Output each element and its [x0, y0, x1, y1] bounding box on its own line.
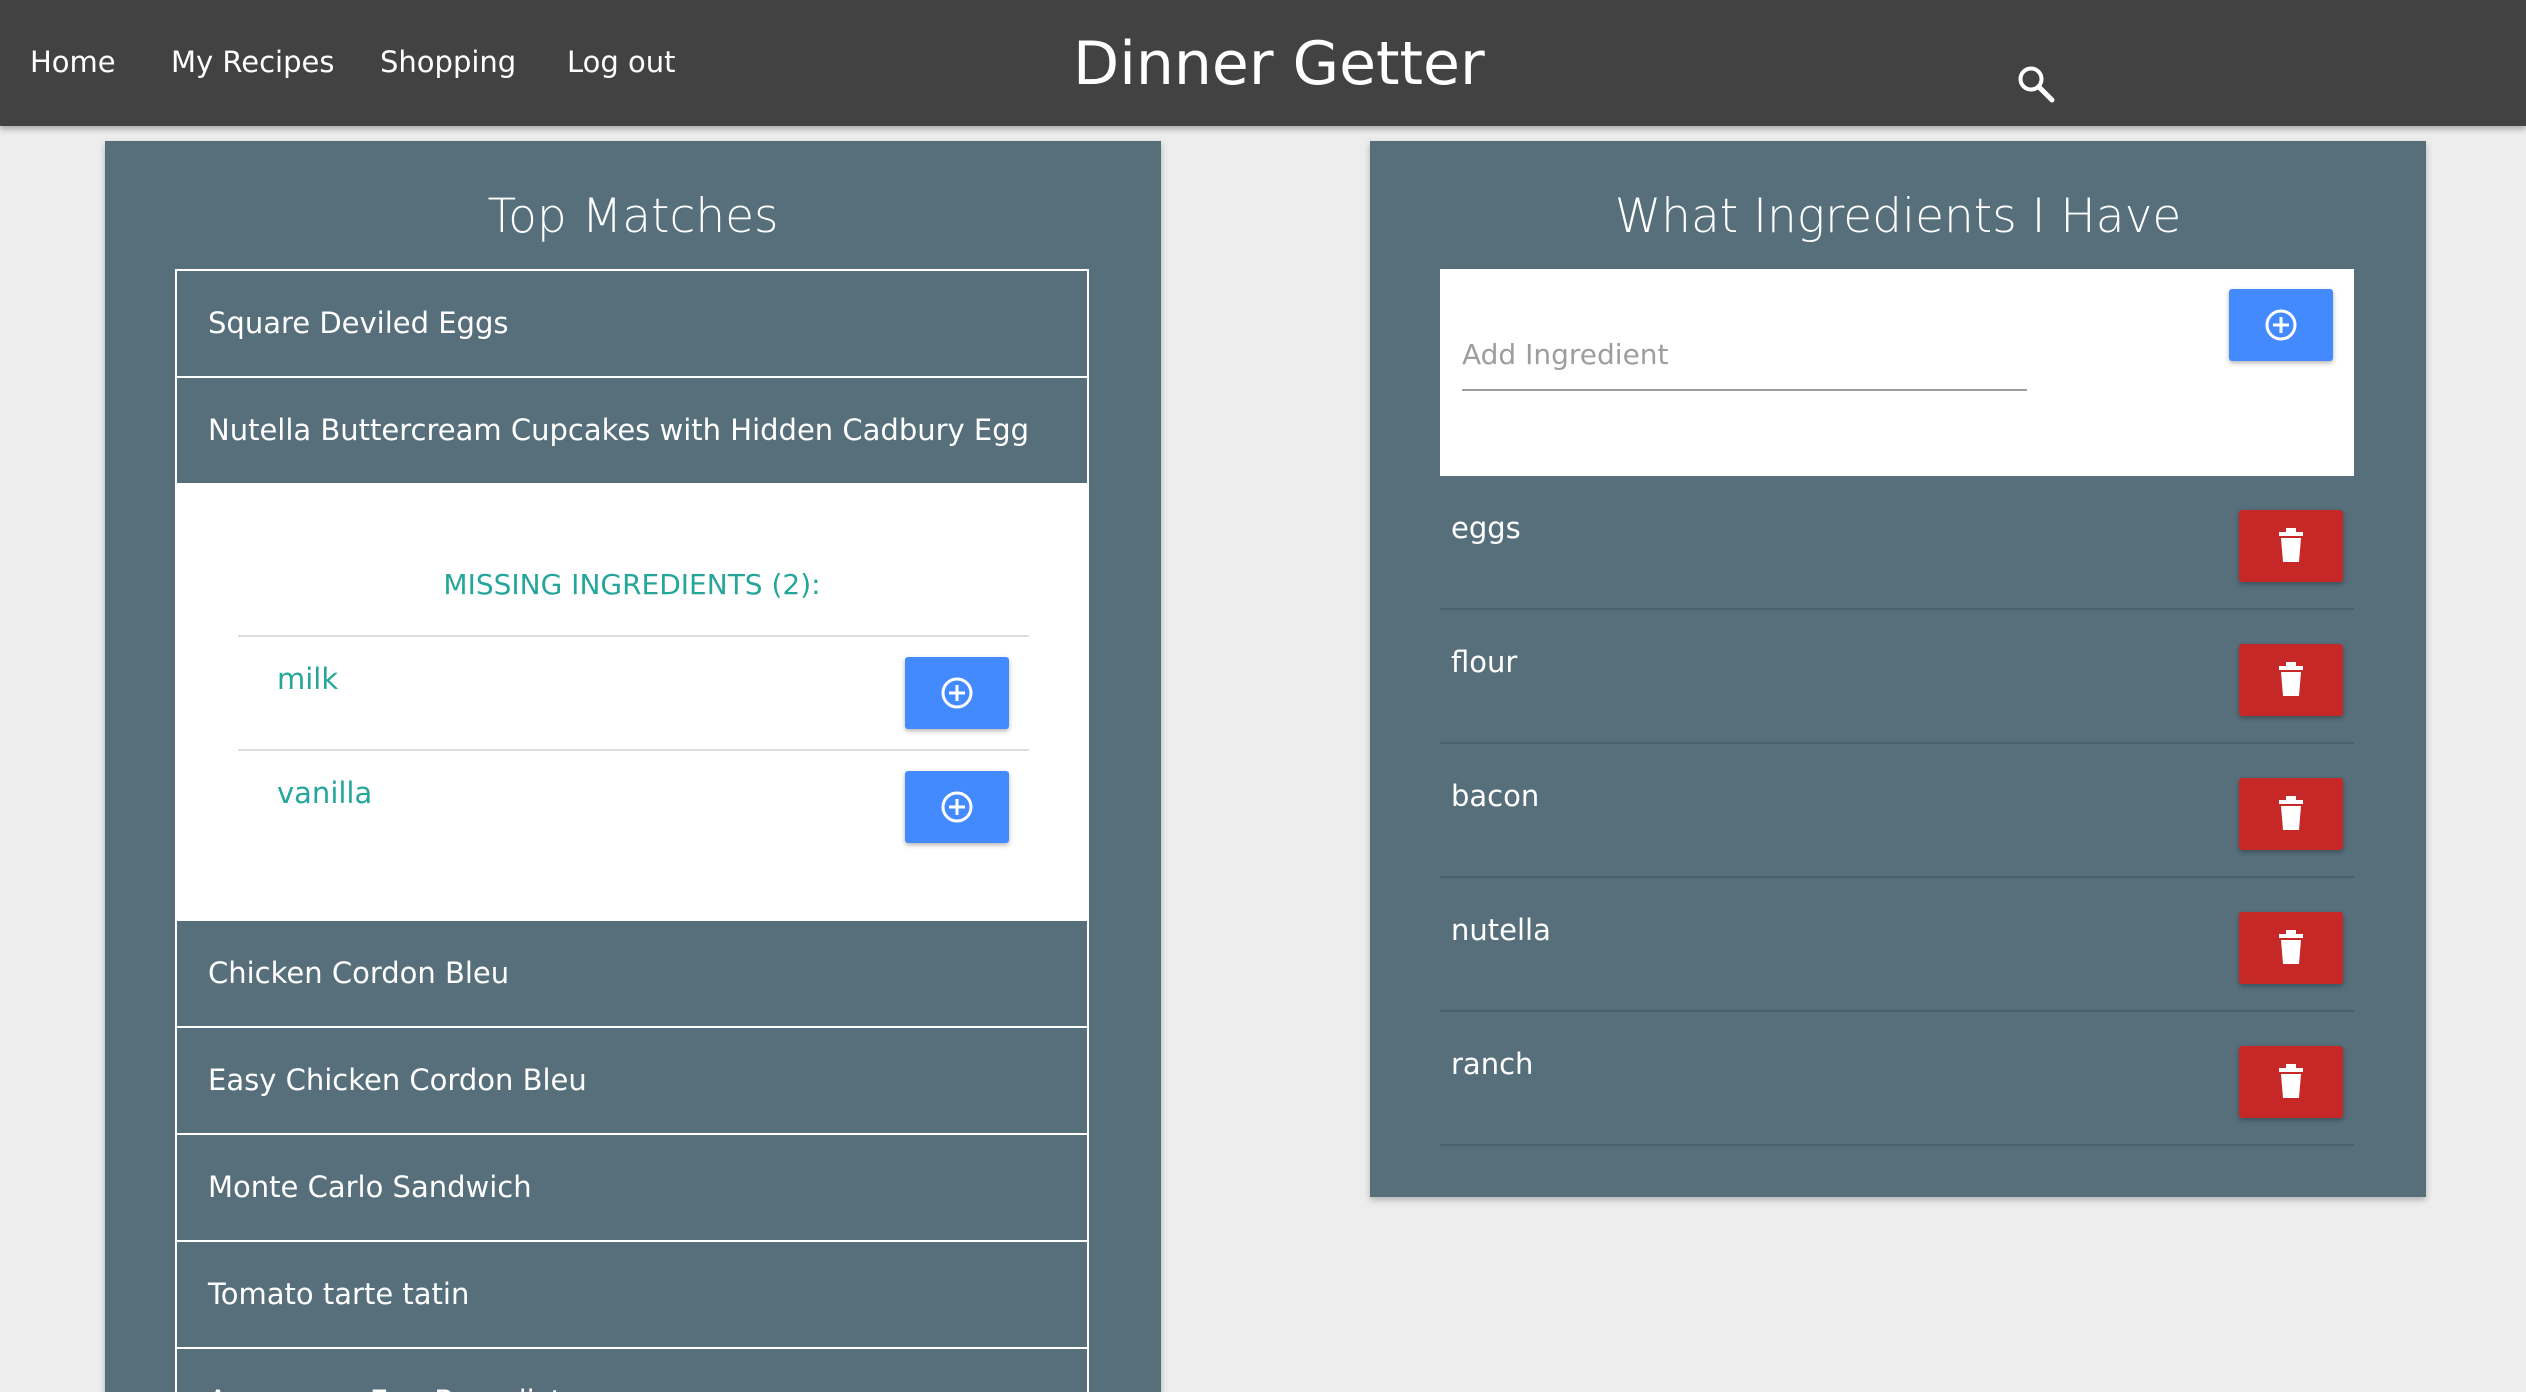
- ingredient-name: bacon: [1451, 779, 1540, 813]
- ingredient-row: ranch: [1440, 1012, 2354, 1146]
- ingredient-name: eggs: [1451, 511, 1521, 545]
- recipe-item[interactable]: Monte Carlo Sandwich: [177, 1135, 1087, 1242]
- trash-icon: [2279, 796, 2303, 830]
- recipe-item[interactable]: Square Deviled Eggs: [177, 271, 1087, 378]
- ingredient-name: nutella: [1451, 913, 1551, 947]
- nav-logout-link[interactable]: Log out: [567, 42, 676, 82]
- plus-circle-icon: [2265, 309, 2297, 341]
- top-matches-title: Top Matches: [487, 189, 779, 244]
- ingredient-name: flour: [1451, 645, 1518, 679]
- ingredients-panel: What Ingredients I Have eggs flour: [1370, 141, 2426, 1197]
- delete-ingredient-button[interactable]: [2239, 1046, 2343, 1118]
- delete-ingredient-button[interactable]: [2239, 644, 2343, 716]
- recipe-item[interactable]: Chicken Cordon Bleu: [177, 921, 1087, 1028]
- ingredient-row: eggs: [1440, 476, 2354, 610]
- add-to-shopping-button[interactable]: [905, 657, 1009, 729]
- add-to-shopping-button[interactable]: [905, 771, 1009, 843]
- missing-ingredient-name: vanilla: [277, 776, 373, 810]
- missing-ingredient-row: milk: [238, 635, 1029, 749]
- top-navbar: Home My Recipes Shopping Log out Dinner …: [0, 0, 2526, 126]
- ingredient-row: nutella: [1440, 878, 2354, 1012]
- recipe-item[interactable]: Easy Chicken Cordon Bleu: [177, 1028, 1087, 1135]
- brand-title[interactable]: Dinner Getter: [1073, 26, 1485, 102]
- missing-ingredients-heading: MISSING INGREDIENTS (2):: [443, 568, 821, 601]
- ingredients-title: What Ingredients I Have: [1614, 189, 2182, 244]
- delete-ingredient-button[interactable]: [2239, 778, 2343, 850]
- trash-icon: [2279, 662, 2303, 696]
- missing-ingredient-row: vanilla: [238, 749, 1029, 863]
- plus-circle-icon: [941, 791, 973, 823]
- plus-circle-icon: [941, 677, 973, 709]
- ingredient-name: ranch: [1451, 1047, 1534, 1081]
- add-ingredient-button[interactable]: [2229, 289, 2333, 361]
- recipe-item[interactable]: Tomato tarte tatin: [177, 1242, 1087, 1349]
- trash-icon: [2279, 1064, 2303, 1098]
- search-icon[interactable]: [2016, 64, 2056, 104]
- recipe-item[interactable]: Asparagus Egg Benedict: [177, 1349, 1087, 1392]
- recipe-expanded-details: MISSING INGREDIENTS (2): milk vanilla: [177, 485, 1087, 921]
- delete-ingredient-button[interactable]: [2239, 912, 2343, 984]
- recipe-item[interactable]: Nutella Buttercream Cupcakes with Hidden…: [177, 378, 1087, 485]
- top-matches-panel: Top Matches Square Deviled Eggs Nutella …: [105, 141, 1161, 1392]
- ingredient-list: eggs flour bacon nutella ranch: [1440, 476, 2354, 1146]
- nav-home-link[interactable]: Home: [30, 42, 116, 82]
- nav-my-recipes-link[interactable]: My Recipes: [171, 42, 334, 82]
- ingredient-row: bacon: [1440, 744, 2354, 878]
- delete-ingredient-button[interactable]: [2239, 510, 2343, 582]
- missing-ingredient-name: milk: [277, 662, 339, 696]
- ingredient-row: flour: [1440, 610, 2354, 744]
- trash-icon: [2279, 930, 2303, 964]
- recipe-list: Square Deviled Eggs Nutella Buttercream …: [175, 269, 1089, 1392]
- trash-icon: [2279, 528, 2303, 562]
- nav-shopping-link[interactable]: Shopping: [380, 42, 516, 82]
- add-ingredient-input[interactable]: [1462, 319, 2027, 391]
- add-ingredient-card: [1440, 269, 2354, 476]
